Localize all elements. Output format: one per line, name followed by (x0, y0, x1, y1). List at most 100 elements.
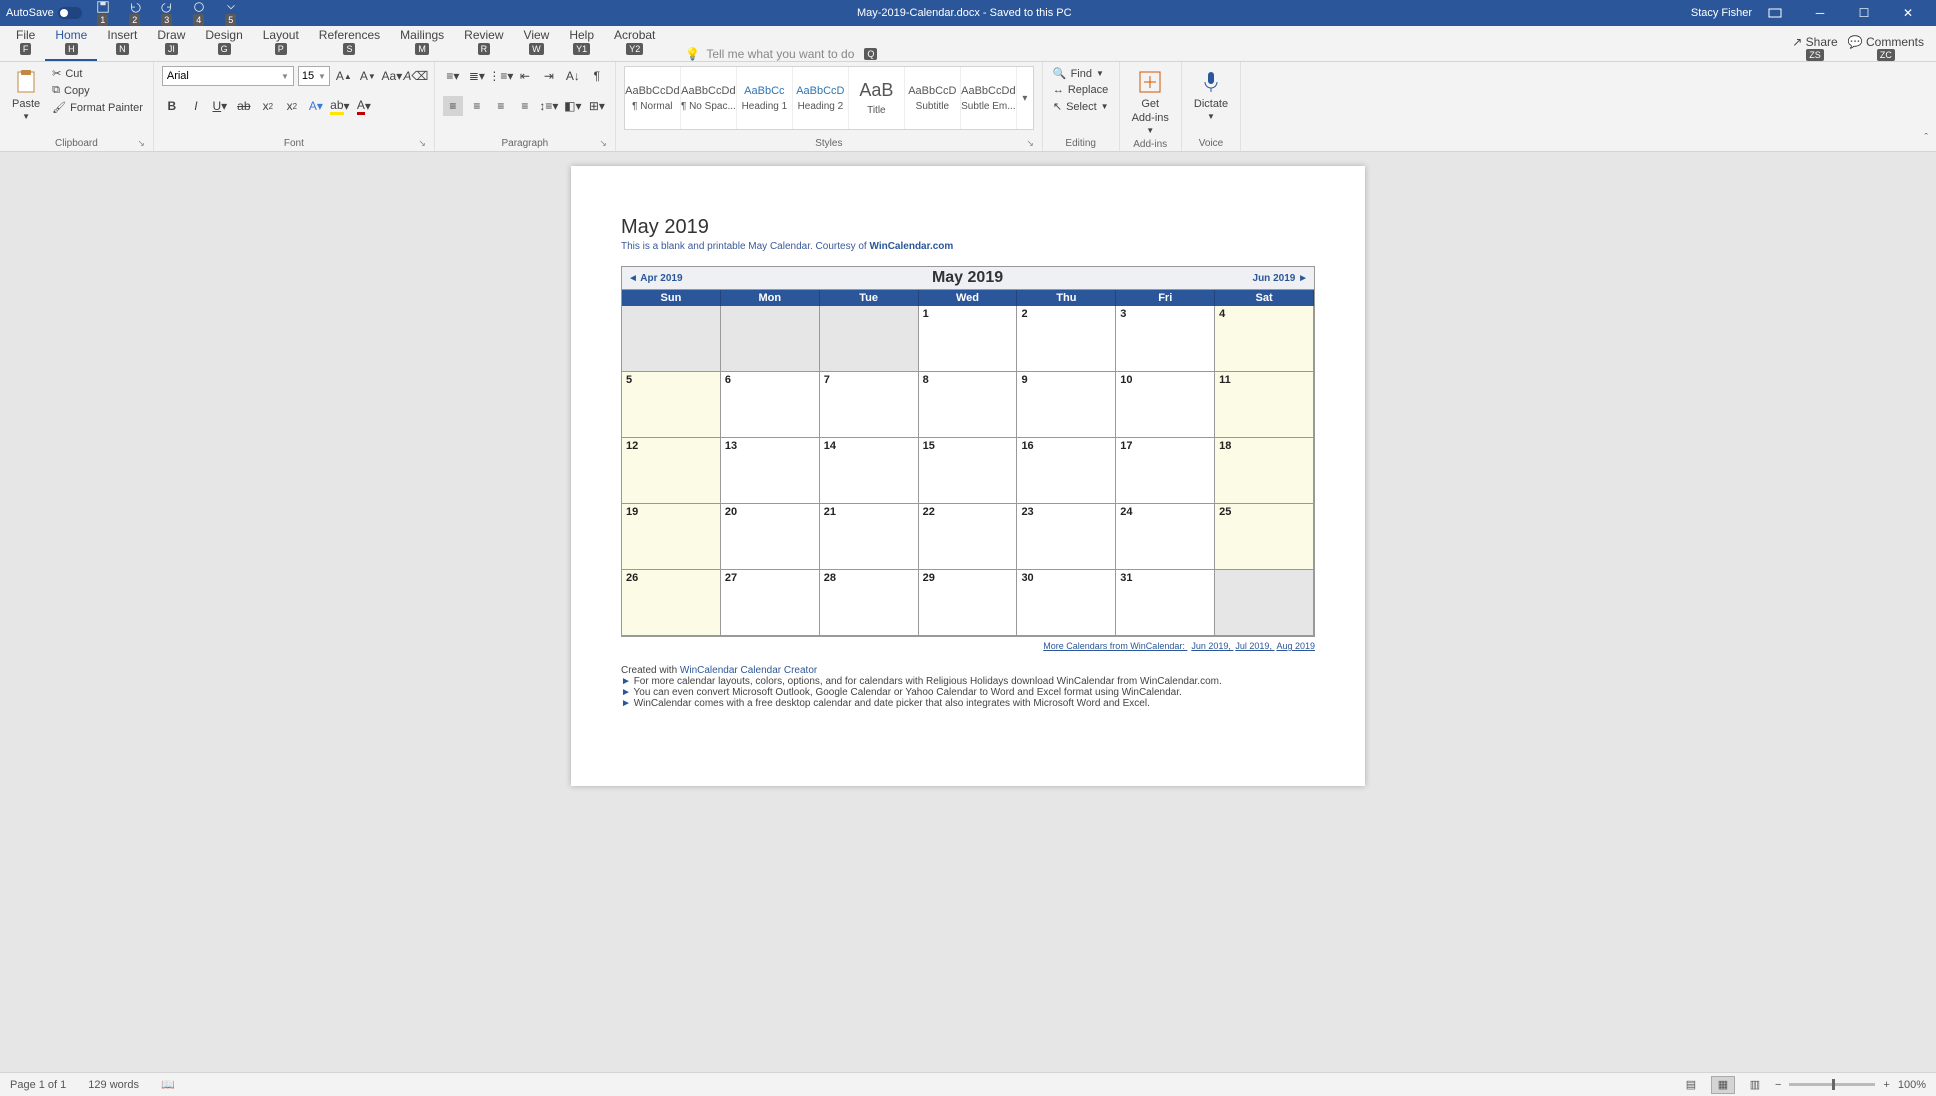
styles-launcher[interactable]: ↘ (1026, 138, 1034, 149)
copy-button[interactable]: ⧉Copy (50, 83, 145, 98)
multilevel-button[interactable]: ⋮≡▾ (491, 66, 511, 86)
paste-button[interactable]: Paste ▼ (8, 66, 44, 123)
calendar-cell[interactable]: 21 (820, 504, 919, 570)
calendar-cell[interactable]: 1 (919, 306, 1018, 372)
document-area[interactable]: May 2019 This is a blank and printable M… (0, 152, 1936, 1072)
minimize-button[interactable]: ─ (1798, 0, 1842, 26)
calendar-cell[interactable]: 11 (1215, 372, 1314, 438)
read-mode-button[interactable]: ▤ (1679, 1076, 1703, 1094)
calendar-cell[interactable]: 14 (820, 438, 919, 504)
zoom-level[interactable]: 100% (1898, 1079, 1926, 1091)
tab-home[interactable]: HomeH (45, 22, 97, 61)
style-title[interactable]: AaBTitle (849, 67, 905, 129)
word-count[interactable]: 129 words (88, 1079, 139, 1091)
calendar-cell[interactable]: 22 (919, 504, 1018, 570)
calendar-cell[interactable]: 30 (1017, 570, 1116, 636)
calendar-cell[interactable]: 5 (622, 372, 721, 438)
styles-gallery[interactable]: AaBbCcDd¶ NormalAaBbCcDd¶ No Spac... AaBb… (624, 66, 1034, 130)
calendar-cell[interactable]: 4 (1215, 306, 1314, 372)
more-link[interactable]: Jun 2019 (1191, 641, 1228, 651)
tab-review[interactable]: ReviewR (454, 22, 513, 61)
underline-button[interactable]: U▾ (210, 96, 230, 116)
tab-layout[interactable]: LayoutP (253, 22, 309, 61)
calendar-cell[interactable]: 2 (1017, 306, 1116, 372)
style-heading-2[interactable]: AaBbCcDHeading 2 (793, 67, 849, 129)
align-right-button[interactable]: ≡ (491, 96, 511, 116)
shrink-font-button[interactable]: A▼ (358, 66, 378, 86)
sort-button[interactable]: A↓ (563, 66, 583, 86)
find-button[interactable]: 🔍Find ▼ (1051, 66, 1111, 81)
calendar-cell[interactable]: 15 (919, 438, 1018, 504)
tab-insert[interactable]: InsertN (97, 22, 147, 61)
prev-month-link[interactable]: ◄ Apr 2019 (622, 271, 689, 286)
calendar-cell[interactable]: 9 (1017, 372, 1116, 438)
style-subtitle[interactable]: AaBbCcDSubtitle (905, 67, 961, 129)
comments-button[interactable]: 💬 Comments ZC (1848, 35, 1924, 61)
numbering-button[interactable]: ≣▾ (467, 66, 487, 86)
calendar-cell[interactable] (820, 306, 919, 372)
increase-indent-button[interactable]: ⇥ (539, 66, 559, 86)
font-name-combo[interactable]: Arial▼ (162, 66, 294, 86)
more-link[interactable]: Jul 2019 (1235, 641, 1269, 651)
clipboard-launcher[interactable]: ↘ (137, 138, 145, 149)
shading-button[interactable]: ◧▾ (563, 96, 583, 116)
calendar-cell[interactable]: 12 (622, 438, 721, 504)
calendar-cell[interactable]: 24 (1116, 504, 1215, 570)
calendar-cell[interactable]: 10 (1116, 372, 1215, 438)
tab-references[interactable]: ReferencesS (309, 22, 390, 61)
calendar-cell[interactable]: 13 (721, 438, 820, 504)
italic-button[interactable]: I (186, 96, 206, 116)
calendar-cell[interactable]: 16 (1017, 438, 1116, 504)
select-button[interactable]: ↖Select▼ (1051, 99, 1111, 114)
calendar-cell[interactable] (622, 306, 721, 372)
superscript-button[interactable]: x2 (282, 96, 302, 116)
font-color-button[interactable]: A▾ (354, 96, 374, 116)
style--no-spac-[interactable]: AaBbCcDd¶ No Spac... (681, 67, 737, 129)
calendar-cell[interactable]: 26 (622, 570, 721, 636)
font-launcher[interactable]: ↘ (418, 138, 426, 149)
page-indicator[interactable]: Page 1 of 1 (10, 1079, 66, 1091)
style--normal[interactable]: AaBbCcDd¶ Normal (625, 67, 681, 129)
calendar-cell[interactable]: 29 (919, 570, 1018, 636)
replace-button[interactable]: ↔Replace (1051, 83, 1111, 97)
zoom-out-button[interactable]: − (1775, 1079, 1781, 1091)
calendar-cell[interactable]: 23 (1017, 504, 1116, 570)
calendar-cell[interactable]: 3 (1116, 306, 1215, 372)
styles-more-button[interactable]: ▾ (1017, 67, 1033, 129)
spellcheck-icon[interactable]: 📖 (161, 1078, 175, 1091)
next-month-link[interactable]: Jun 2019 ► (1247, 271, 1314, 286)
highlight-button[interactable]: ab▾ (330, 96, 350, 116)
print-layout-button[interactable]: ▦ (1711, 1076, 1735, 1094)
user-name[interactable]: Stacy Fisher (1691, 7, 1752, 19)
calendar-cell[interactable]: 19 (622, 504, 721, 570)
cut-button[interactable]: ✂Cut (50, 66, 145, 81)
bullets-button[interactable]: ≡▾ (443, 66, 463, 86)
font-size-combo[interactable]: 15▼ (298, 66, 330, 86)
close-button[interactable]: ✕ (1886, 0, 1930, 26)
justify-button[interactable]: ≡ (515, 96, 535, 116)
creator-link[interactable]: WinCalendar Calendar Creator (680, 665, 817, 676)
collapse-ribbon-button[interactable]: ˆ (1924, 132, 1928, 144)
line-spacing-button[interactable]: ↕≡▾ (539, 96, 559, 116)
paragraph-launcher[interactable]: ↘ (599, 138, 607, 149)
calendar-cell[interactable]: 31 (1116, 570, 1215, 636)
autosave-toggle[interactable] (58, 7, 82, 19)
borders-button[interactable]: ⊞▾ (587, 96, 607, 116)
tab-file[interactable]: FileF (6, 22, 45, 61)
autosave-control[interactable]: AutoSave (6, 7, 82, 19)
calendar-cell[interactable]: 17 (1116, 438, 1215, 504)
align-center-button[interactable]: ≡ (467, 96, 487, 116)
calendar-cell[interactable]: 7 (820, 372, 919, 438)
ribbon-display-icon[interactable] (1768, 6, 1782, 20)
more-link[interactable]: Aug 2019 (1276, 641, 1315, 651)
calendar-cell[interactable]: 27 (721, 570, 820, 636)
bold-button[interactable]: B (162, 96, 182, 116)
calendar-cell[interactable]: 8 (919, 372, 1018, 438)
tab-design[interactable]: DesignG (195, 22, 252, 61)
calendar-cell[interactable] (721, 306, 820, 372)
tab-draw[interactable]: DrawJI (147, 22, 195, 61)
decrease-indent-button[interactable]: ⇤ (515, 66, 535, 86)
wincalendar-link[interactable]: WinCalendar.com (869, 241, 953, 252)
format-painter-button[interactable]: 🖌Format Painter (50, 100, 145, 115)
calendar-cell[interactable]: 18 (1215, 438, 1314, 504)
